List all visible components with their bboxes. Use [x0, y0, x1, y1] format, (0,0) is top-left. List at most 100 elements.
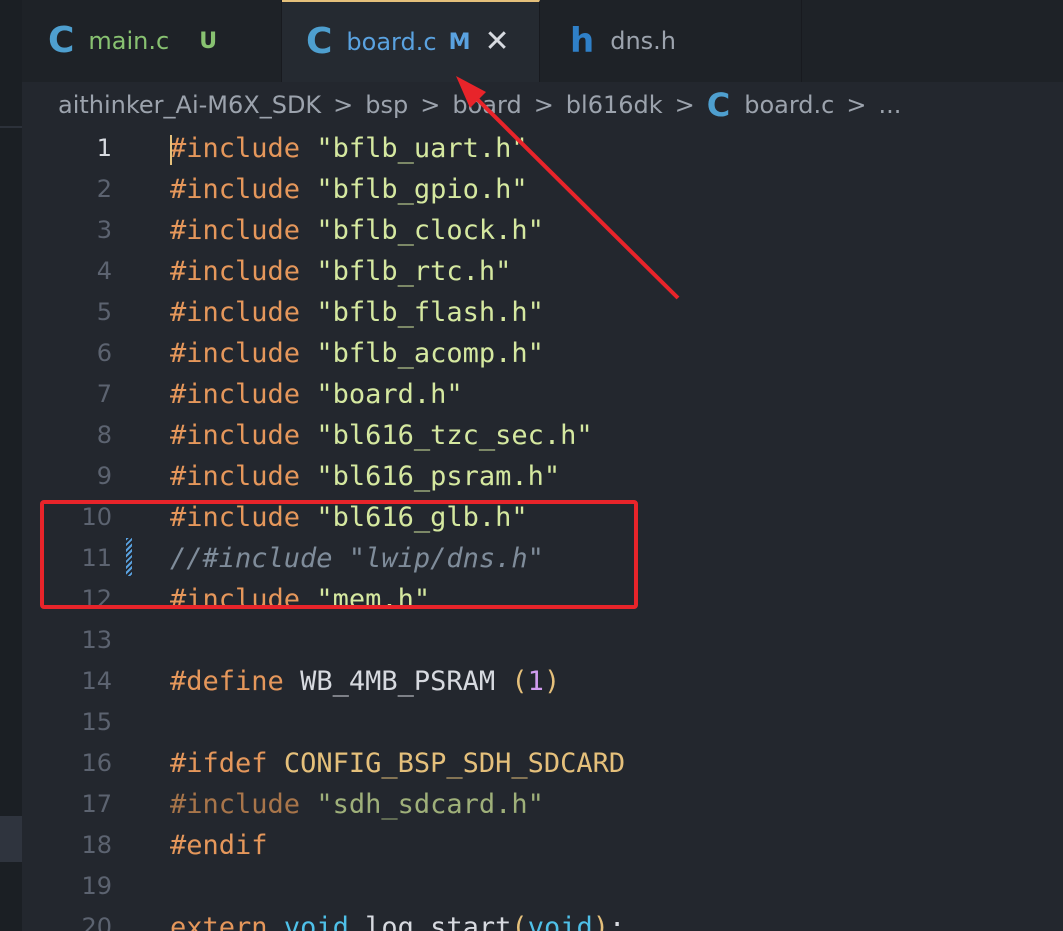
code-lines[interactable]: #include "bflb_uart.h" #include "bflb_gp…: [170, 128, 1063, 931]
preprocessor-keyword: #include: [170, 379, 301, 410]
breadcrumb-ellipsis[interactable]: ...: [878, 91, 901, 119]
breadcrumb: aithinker_Ai-M6X_SDK > bsp > board > bl6…: [22, 82, 1063, 128]
string-literal: "board.h": [316, 379, 463, 410]
code-line[interactable]: #ifdef CONFIG_BSP_SDH_SDCARD: [170, 743, 1063, 784]
preprocessor-keyword: #ifdef: [170, 748, 268, 779]
code-line[interactable]: #include "mem.h": [170, 579, 1063, 620]
line-number: 17: [81, 790, 112, 818]
sidebar-edge: [0, 0, 23, 931]
line-number: 13: [81, 626, 112, 654]
breadcrumb-item[interactable]: bsp: [365, 91, 408, 119]
type-keyword: void: [283, 912, 349, 931]
untracked-badge: U: [199, 28, 218, 54]
breadcrumb-separator: >: [533, 91, 554, 119]
tab-dns-h[interactable]: h dns.h: [540, 0, 802, 82]
line-number: 10: [81, 503, 112, 531]
code-line[interactable]: #include "bl616_glb.h": [170, 497, 1063, 538]
preprocessor-keyword: #include: [170, 174, 301, 205]
string-literal: "mem.h": [316, 584, 431, 615]
string-literal: "bflb_gpio.h": [316, 174, 528, 205]
line-number: 2: [96, 175, 112, 203]
preprocessor-keyword: #include: [170, 502, 301, 533]
editor-window: C main.c U C board.c M ✕ h dns.h aithink…: [0, 0, 1063, 931]
macro-name: CONFIG_BSP_SDH_SDCARD: [283, 748, 626, 779]
code-line[interactable]: #include "bflb_acomp.h": [170, 333, 1063, 374]
code-line[interactable]: #include "bflb_flash.h": [170, 292, 1063, 333]
close-icon[interactable]: ✕: [484, 27, 509, 57]
preprocessor-keyword: #include: [170, 297, 301, 328]
string-literal: "sdh_sdcard.h": [316, 789, 544, 820]
line-number: 12: [81, 585, 112, 613]
preprocessor-keyword: #include: [170, 789, 301, 820]
tab-label: dns.h: [610, 27, 677, 55]
preprocessor-keyword: #include: [170, 420, 301, 451]
line-number: 19: [81, 872, 112, 900]
tab-bar: C main.c U C board.c M ✕ h dns.h: [22, 0, 1063, 83]
line-number: 9: [96, 462, 112, 490]
line-number: 3: [96, 216, 112, 244]
line-number: 4: [96, 257, 112, 285]
preprocessor-keyword: #include: [170, 256, 301, 287]
preprocessor-keyword: #include: [170, 584, 301, 615]
paren: ): [592, 912, 609, 931]
breadcrumb-item[interactable]: aithinker_Ai-M6X_SDK: [58, 91, 321, 119]
number-literal: 1: [527, 666, 544, 697]
code-line[interactable]: [170, 866, 1063, 907]
code-line[interactable]: #include "board.h": [170, 374, 1063, 415]
string-literal: "bflb_clock.h": [316, 215, 544, 246]
breadcrumb-separator: >: [333, 91, 354, 119]
tab-board-c[interactable]: C board.c M ✕: [282, 0, 540, 82]
code-line[interactable]: #include "sdh_sdcard.h": [170, 784, 1063, 825]
code-line[interactable]: [170, 702, 1063, 743]
line-number: 16: [81, 749, 112, 777]
c-file-icon: C: [306, 21, 333, 62]
code-line[interactable]: #include "bflb_rtc.h": [170, 251, 1063, 292]
line-number: 15: [81, 708, 112, 736]
breadcrumb-item[interactable]: bl616dk: [566, 91, 663, 119]
breadcrumb-item[interactable]: board: [452, 91, 521, 119]
semicolon: ;: [608, 912, 626, 931]
line-number: 7: [96, 380, 112, 408]
code-line[interactable]: #include "bl616_tzc_sec.h": [170, 415, 1063, 456]
line-number-gutter: 1 2 3 4 5 6 7 8 9 10 11 12 13 14 15 16 1…: [22, 128, 122, 931]
text-cursor: [170, 135, 172, 165]
function-name: log_start: [365, 912, 512, 931]
line-number: 5: [96, 298, 112, 326]
line-number: 11: [81, 544, 112, 572]
line-number: 8: [96, 421, 112, 449]
code-line[interactable]: [170, 620, 1063, 661]
tab-main-c[interactable]: C main.c U: [22, 0, 282, 82]
code-line[interactable]: #include "bflb_gpio.h": [170, 169, 1063, 210]
paren: (: [511, 666, 528, 697]
code-line[interactable]: #include "bflb_uart.h": [170, 128, 1063, 169]
breadcrumb-file[interactable]: board.c: [744, 91, 834, 119]
sidebar-selected-item[interactable]: [0, 816, 22, 862]
tab-label: main.c: [88, 27, 170, 55]
type-keyword: void: [527, 912, 593, 931]
tab-label: board.c: [346, 28, 437, 56]
paren: ): [543, 666, 561, 697]
line-number: 6: [96, 339, 112, 367]
code-line[interactable]: #include "bflb_clock.h": [170, 210, 1063, 251]
line-number: 1: [96, 134, 112, 162]
breadcrumb-separator: >: [420, 91, 441, 119]
code-editor[interactable]: 1 2 3 4 5 6 7 8 9 10 11 12 13 14 15 16 1…: [22, 128, 1063, 931]
sidebar-divider: [0, 126, 22, 128]
line-number: 14: [81, 667, 112, 695]
line-number: 18: [81, 831, 112, 859]
code-line[interactable]: extern void log_start(void);: [170, 907, 1063, 931]
preprocessor-keyword: #include: [170, 215, 301, 246]
string-literal: "bflb_rtc.h": [316, 256, 512, 287]
code-line[interactable]: //#include "lwip/dns.h": [170, 538, 1063, 579]
preprocessor-keyword: #include: [170, 461, 301, 492]
c-file-icon: C: [48, 20, 75, 61]
string-literal: "bflb_acomp.h": [316, 338, 544, 369]
comment: //#include "lwip/dns.h": [170, 543, 544, 574]
code-line[interactable]: #include "bl616_psram.h": [170, 456, 1063, 497]
code-line[interactable]: #endif: [170, 825, 1063, 866]
paren: (: [511, 912, 528, 931]
macro-name: WB_4MB_PSRAM: [300, 666, 496, 697]
code-line[interactable]: #define WB_4MB_PSRAM (1): [170, 661, 1063, 702]
string-literal: "bl616_tzc_sec.h": [316, 420, 593, 451]
string-literal: "bflb_flash.h": [316, 297, 544, 328]
